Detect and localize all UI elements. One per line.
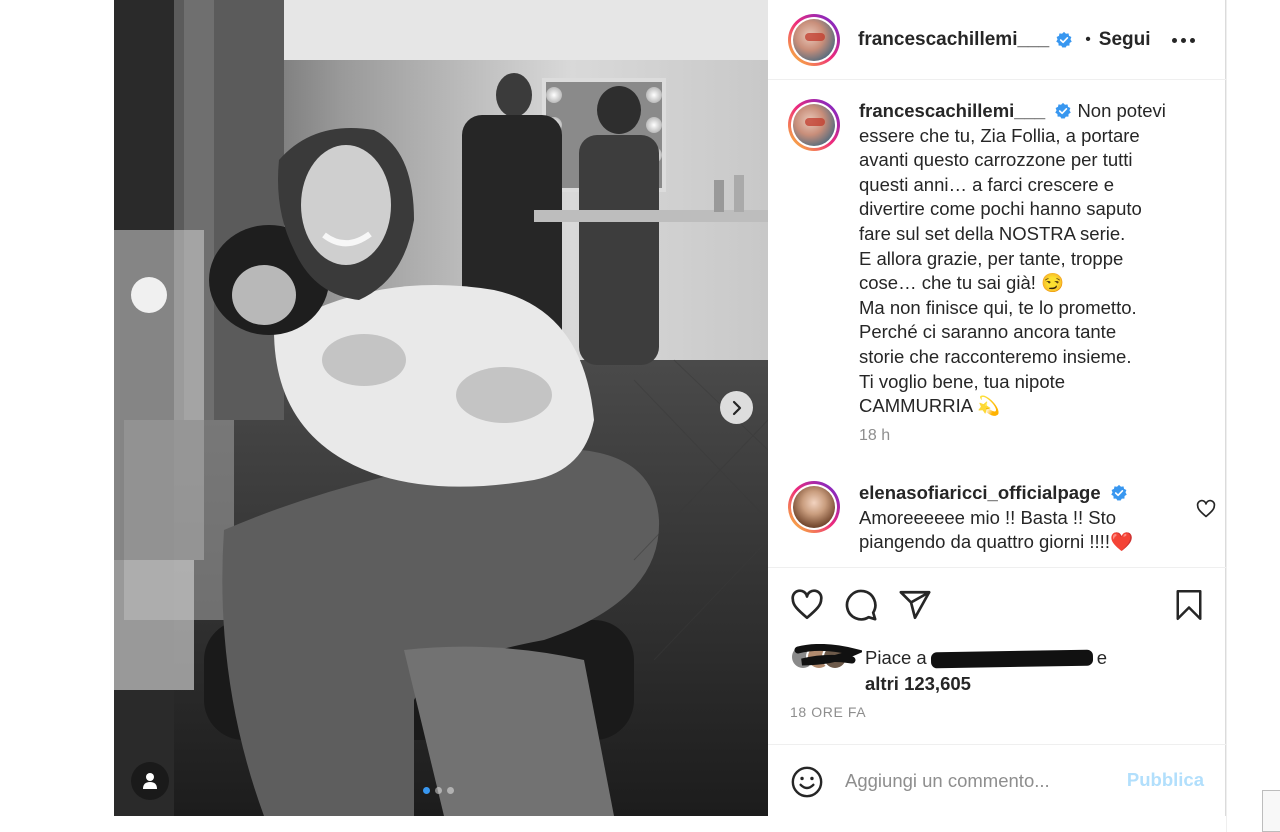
redaction-scribble xyxy=(794,644,862,666)
comment-button[interactable] xyxy=(844,588,878,622)
caption-line: E allora grazie, per tante, troppe xyxy=(859,247,1124,269)
heart-icon xyxy=(791,589,823,620)
left-gutter xyxy=(0,0,114,832)
post-header: francescachillemi___ • Segui xyxy=(768,0,1226,80)
caption-line: CAMMURRIA 💫 xyxy=(859,395,1001,417)
tagged-users-button[interactable] xyxy=(131,762,169,800)
verified-badge-icon xyxy=(1111,484,1127,501)
publish-button[interactable]: Pubblica xyxy=(1127,769,1204,791)
emoji-smiley-icon xyxy=(791,766,823,798)
caption-line: avanti questo carrozzone per tutti xyxy=(859,149,1133,171)
follow-button[interactable]: Segui xyxy=(1099,29,1151,51)
caption-line: storie che racconteremo insieme. xyxy=(859,345,1132,367)
comment-bubble-icon xyxy=(845,589,877,621)
user-tag-icon xyxy=(143,773,157,789)
caption-line: divertire come pochi hanno saputo xyxy=(859,198,1142,220)
commenter-avatar[interactable] xyxy=(788,481,840,533)
author-avatar[interactable] xyxy=(788,13,840,66)
post-actions-section: Piace a e altri 123,605 18 ORE FA xyxy=(768,567,1226,744)
verified-badge-icon xyxy=(1056,31,1072,48)
caption-line: Non potevi xyxy=(1077,100,1166,121)
likes-suffix: e xyxy=(1096,647,1108,668)
carousel-dot-active xyxy=(423,787,430,794)
share-button[interactable] xyxy=(898,588,932,622)
carousel-dot xyxy=(447,787,454,794)
comment-like-heart-icon[interactable] xyxy=(1196,499,1216,519)
likes-text: Piace a e altri 123,605 xyxy=(865,645,1107,697)
likes-prefix: Piace a xyxy=(865,647,927,668)
commenter-username-link[interactable]: elenasofiaricci_officialpage xyxy=(859,482,1101,503)
comment-item: elenasofiaricci_officialpage Amoreeeeee … xyxy=(788,481,1216,555)
comments-scroll-area[interactable]: francescachillemi___ Non potevi essere c… xyxy=(768,81,1226,567)
caption-author-avatar[interactable] xyxy=(788,99,840,151)
likes-summary: Piace a e altri 123,605 xyxy=(790,642,1210,694)
verified-badge-icon xyxy=(1055,102,1072,119)
more-dot-icon xyxy=(1190,37,1195,43)
likes-count-link[interactable]: altri 123,605 xyxy=(865,673,971,694)
caption-line: essere che tu, Zia Follia, a portare xyxy=(859,124,1140,146)
comment-input[interactable] xyxy=(845,763,1115,799)
post-photo[interactable] xyxy=(114,0,768,816)
photo-illustration xyxy=(114,0,768,816)
chevron-right-icon xyxy=(732,400,741,415)
save-button[interactable] xyxy=(1174,588,1204,622)
caption-text: francescachillemi___ Non potevi essere c… xyxy=(859,99,1208,419)
post-timestamp[interactable]: 18 ORE FA xyxy=(790,704,866,720)
paper-plane-icon xyxy=(899,590,931,620)
caption-line: fare sul set della NOSTRA serie. xyxy=(859,222,1126,244)
more-options-button[interactable] xyxy=(1172,28,1198,52)
window-corner-widget xyxy=(1262,790,1280,832)
caption-line: Perché ci saranno ancora tante xyxy=(859,321,1117,343)
add-comment-bar: Pubblica xyxy=(768,744,1226,816)
caption-line: cose… che tu sai già! 😏 xyxy=(859,272,1065,294)
more-dot-icon xyxy=(1172,37,1177,43)
caption-line: Ti voglio bene, tua nipote xyxy=(859,370,1066,392)
post-side-panel: francescachillemi___ • Segui francescach… xyxy=(768,0,1226,816)
comment-line: piangendo da quattro giorni !!!!❤️ xyxy=(859,531,1133,553)
right-gutter xyxy=(1226,0,1280,832)
carousel-indicator xyxy=(423,787,454,794)
instagram-post-page: francescachillemi___ • Segui francescach… xyxy=(0,0,1280,832)
next-photo-button[interactable] xyxy=(720,391,753,424)
caption-comment: francescachillemi___ Non potevi essere c… xyxy=(788,99,1208,445)
caption-line: Ma non finisce qui, te lo prometto. xyxy=(859,296,1137,318)
author-username-link[interactable]: francescachillemi___ xyxy=(858,29,1049,51)
like-button[interactable] xyxy=(790,588,824,622)
emoji-button[interactable] xyxy=(790,765,824,799)
header-separator: • xyxy=(1085,30,1091,48)
carousel-dot xyxy=(435,787,442,794)
redacted-username xyxy=(930,649,1093,669)
comment-line: Amoreeeeee mio !! Basta !! Sto xyxy=(859,506,1117,528)
caption-time[interactable]: 18 h xyxy=(859,427,1208,445)
comment-text: elenasofiaricci_officialpage Amoreeeeee … xyxy=(859,481,1208,555)
caption-username-link[interactable]: francescachillemi___ xyxy=(859,100,1045,121)
liker-avatars[interactable] xyxy=(790,642,862,670)
action-icon-row xyxy=(790,588,932,622)
more-dot-icon xyxy=(1181,37,1186,43)
caption-line: questi anni… a farci crescere e xyxy=(859,173,1115,195)
bookmark-icon xyxy=(1176,590,1202,620)
